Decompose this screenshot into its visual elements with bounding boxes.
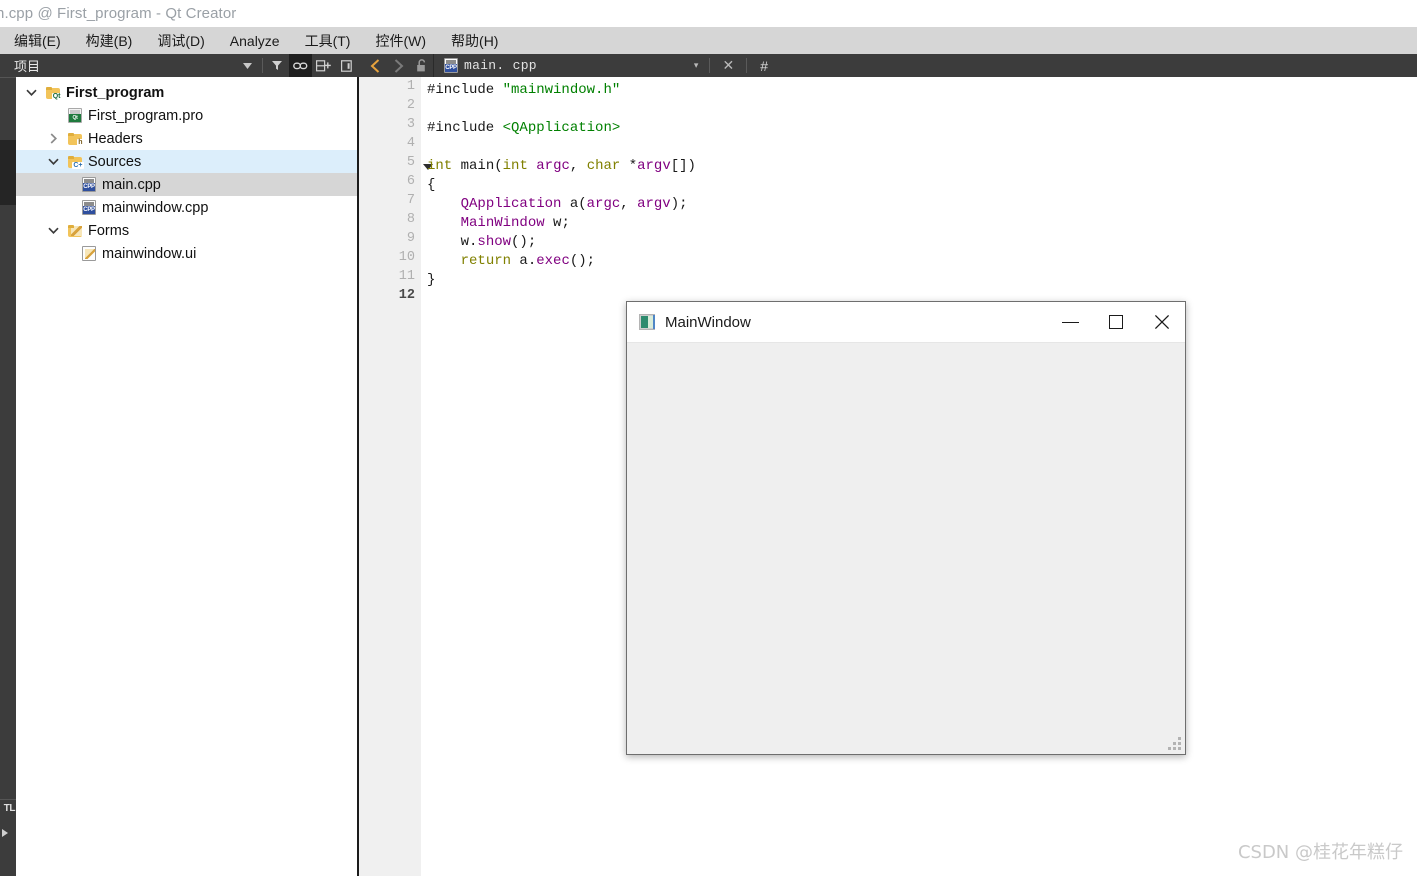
split-editor-icon[interactable]: # xyxy=(750,58,778,74)
cpp-file-icon: CPP xyxy=(444,57,458,75)
menu-item-edit[interactable]: 编辑(E) xyxy=(12,29,63,53)
lock-icon[interactable] xyxy=(410,54,433,77)
tree-item-label: Forms xyxy=(88,222,130,239)
tree-item-main-cpp[interactable]: CPP main.cpp xyxy=(16,173,357,196)
line-number: 7 xyxy=(406,193,415,208)
menu-item-build[interactable]: 构建(B) xyxy=(84,29,135,53)
rail-divider xyxy=(0,799,16,800)
mainwindow-app-window[interactable]: MainWindow xyxy=(626,301,1186,755)
line-number: 9 xyxy=(406,231,415,246)
expander-placeholder: · xyxy=(42,110,64,122)
tree-item-forms[interactable]: Forms xyxy=(16,219,357,242)
play-icon[interactable] xyxy=(2,829,8,837)
rail-active-block[interactable] xyxy=(0,140,16,205)
minimize-icon[interactable] xyxy=(1047,302,1093,343)
navigation-buttons xyxy=(358,54,433,77)
cpp-file-icon: CPP xyxy=(78,177,100,192)
tree-item-headers[interactable]: h Headers xyxy=(16,127,357,150)
editor-tab-label: main. cpp xyxy=(464,58,537,73)
chevron-down-icon[interactable] xyxy=(236,54,259,77)
editor-tab-controls: ▾ ✕ # xyxy=(686,57,778,74)
tree-item-label: mainwindow.cpp xyxy=(102,199,209,216)
menu-item-widgets[interactable]: 控件(W) xyxy=(373,29,428,53)
sidebar-toolbar: 项目 xyxy=(0,54,358,77)
chevron-right-icon[interactable] xyxy=(42,133,64,144)
line-number: 2 xyxy=(406,98,415,113)
chevron-down-icon[interactable] xyxy=(20,89,42,96)
tree-item-label: Sources xyxy=(88,153,142,170)
menu-bar: 编辑(E) 构建(B) 调试(D) Analyze 工具(T) 控件(W) 帮助… xyxy=(0,27,1417,54)
forward-icon[interactable] xyxy=(387,54,410,77)
cpp-file-icon: CPP xyxy=(78,200,100,215)
toolbar-divider xyxy=(746,58,748,73)
line-number: 8 xyxy=(406,212,415,227)
tree-item-label: Headers xyxy=(88,130,143,147)
mainwindow-window-controls xyxy=(1047,302,1185,343)
tree-item-mainwindow-cpp[interactable]: CPP mainwindow.cpp xyxy=(16,196,357,219)
menu-item-tools[interactable]: 工具(T) xyxy=(303,29,353,53)
line-number: 6 xyxy=(406,174,415,189)
line-number: 4 xyxy=(406,136,415,151)
tree-item-mainwindow-ui[interactable]: mainwindow.ui xyxy=(16,242,357,265)
tree-item-first-program[interactable]: Qt First_program xyxy=(16,81,357,104)
menu-item-debug[interactable]: 调试(D) xyxy=(155,29,206,53)
back-icon[interactable] xyxy=(364,54,387,77)
line-number: 1 xyxy=(406,79,415,94)
chevron-down-icon[interactable]: ▾ xyxy=(686,60,707,71)
mainwindow-client-area[interactable] xyxy=(627,343,1185,754)
rail-divider xyxy=(0,77,16,78)
line-number: 3 xyxy=(406,117,415,132)
tree-item-label: mainwindow.ui xyxy=(102,245,197,262)
app-title-bar: n.cpp @ First_program - Qt Creator xyxy=(0,0,1417,27)
maximize-icon[interactable] xyxy=(1093,302,1139,343)
chevron-down-icon[interactable] xyxy=(42,227,64,234)
sidebar-selector-label[interactable]: 项目 xyxy=(14,56,40,75)
tree-item-sources[interactable]: C+ Sources xyxy=(16,150,357,173)
sources-folder-icon: C+ xyxy=(64,155,86,169)
line-number: 10 xyxy=(398,250,415,265)
filter-icon[interactable] xyxy=(266,54,289,77)
toolbar-divider xyxy=(709,58,711,73)
project-tree[interactable]: Qt First_program · Qt First_program.pro … xyxy=(16,77,357,876)
mainwindow-title: MainWindow xyxy=(665,313,751,331)
toolbar-divider xyxy=(262,58,263,73)
menu-item-help[interactable]: 帮助(H) xyxy=(449,29,500,53)
app-window-icon xyxy=(639,314,655,330)
resize-grip-icon[interactable] xyxy=(1168,737,1181,750)
headers-folder-icon: h xyxy=(64,132,86,146)
chevron-down-icon[interactable] xyxy=(42,158,64,165)
app-title: n.cpp @ First_program - Qt Creator xyxy=(0,5,237,22)
tree-item-label: First_program.pro xyxy=(88,107,204,124)
ui-file-icon xyxy=(78,246,100,261)
watermark: CSDN @桂花年糕仔 xyxy=(1237,842,1403,863)
pro-file-icon: Qt xyxy=(64,108,86,123)
line-number-current: 12 xyxy=(398,288,415,303)
main-toolbar: 项目 CPP main. cpp ▾ ✕ # xyxy=(0,54,1417,77)
editor-tab-main-cpp[interactable]: CPP main. cpp xyxy=(440,54,541,77)
split-add-icon[interactable] xyxy=(312,54,335,77)
editor-tab-strip: CPP main. cpp ▾ ✕ # xyxy=(433,54,1417,77)
close-pane-icon[interactable] xyxy=(335,54,358,77)
left-activity-rail[interactable]: TL xyxy=(0,77,16,876)
line-number: 5 xyxy=(406,155,415,170)
tree-item-first-program-pro[interactable]: · Qt First_program.pro xyxy=(16,104,357,127)
tree-item-label: First_program xyxy=(66,84,165,101)
menu-item-analyze[interactable]: Analyze xyxy=(228,31,282,51)
rail-label: TL xyxy=(3,803,16,814)
mainwindow-title-bar[interactable]: MainWindow xyxy=(627,302,1185,343)
close-icon[interactable] xyxy=(1139,302,1185,343)
line-number: 11 xyxy=(398,269,415,284)
link-icon[interactable] xyxy=(289,54,312,77)
qt-project-folder-icon: Qt xyxy=(42,86,64,100)
close-icon[interactable]: ✕ xyxy=(713,57,743,74)
line-number-gutter: 1 2 3 4 5 6 7 8 9 10 11 12 xyxy=(359,77,421,876)
tree-item-label: main.cpp xyxy=(102,176,161,193)
forms-folder-icon xyxy=(64,224,86,237)
